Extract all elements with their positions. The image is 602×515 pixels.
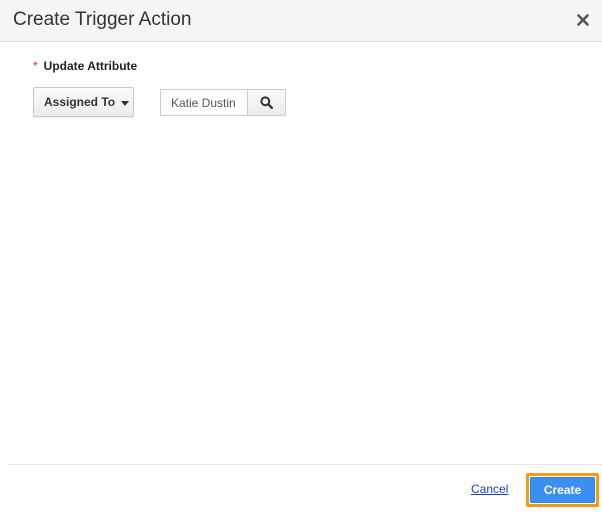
dialog-header: Create Trigger Action: [0, 0, 602, 42]
required-marker: *: [33, 59, 38, 73]
create-trigger-action-dialog: Create Trigger Action * Update Attribute …: [0, 0, 602, 515]
attribute-dropdown-label: Assigned To: [44, 95, 116, 109]
assignee-value-input[interactable]: [160, 89, 248, 116]
search-button[interactable]: [247, 89, 286, 116]
create-button[interactable]: Create: [530, 477, 595, 503]
footer-divider: [8, 464, 602, 465]
close-icon: [577, 14, 589, 26]
update-attribute-label: * Update Attribute: [33, 59, 137, 73]
cancel-link[interactable]: Cancel: [471, 482, 508, 496]
create-button-highlight: Create: [526, 473, 599, 507]
attribute-dropdown[interactable]: Assigned To: [33, 87, 134, 117]
dialog-title: Create Trigger Action: [13, 9, 192, 30]
field-label-text: Update Attribute: [43, 59, 138, 73]
search-icon: [260, 96, 273, 109]
close-button[interactable]: [574, 9, 592, 31]
chevron-down-icon: [121, 100, 130, 106]
